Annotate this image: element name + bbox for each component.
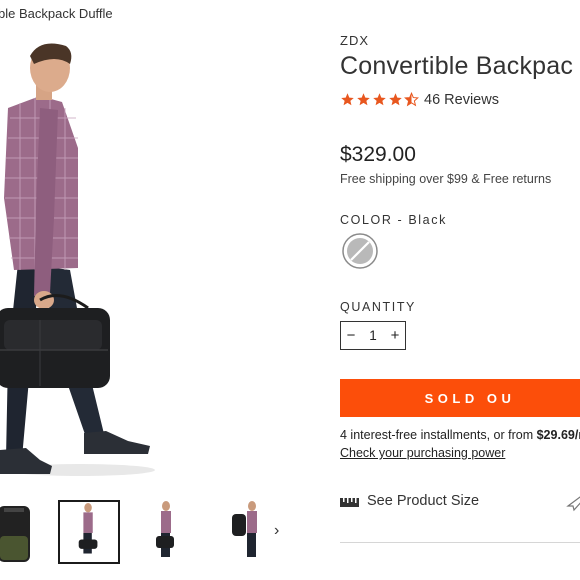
rating-stars	[340, 92, 419, 107]
thumbnail-1[interactable]	[0, 500, 58, 564]
half-star-icon	[404, 92, 419, 107]
quantity-decrease-button[interactable]: −	[341, 322, 361, 349]
color-label: COLOR - Black	[340, 213, 447, 227]
installments-amount: $29.69/m	[536, 428, 580, 442]
reviews-link[interactable]: 46 Reviews	[424, 92, 499, 108]
star-icon	[389, 93, 402, 106]
product-price: $329.00	[340, 143, 416, 166]
product-size-link[interactable]: See Product Size	[340, 493, 479, 509]
product-title: Convertible Backpac	[340, 52, 574, 80]
quantity-stepper: − 1 +	[340, 321, 406, 350]
color-swatch-black-unavailable[interactable]	[342, 233, 378, 269]
sold-out-button[interactable]: SOLD OU	[340, 379, 580, 417]
ruler-icon	[340, 497, 359, 507]
installments-info: 4 interest-free installments, or from $2…	[340, 428, 580, 442]
quantity-label: QUANTITY	[340, 300, 416, 314]
quantity-value[interactable]: 1	[369, 328, 377, 343]
section-divider	[340, 542, 580, 543]
product-brand: ZDX	[340, 33, 369, 48]
airplane-icon	[566, 496, 580, 512]
star-icon	[373, 93, 386, 106]
product-size-label: See Product Size	[367, 493, 480, 509]
thumbnail-2-selected[interactable]	[58, 500, 120, 564]
product-hero-image	[0, 43, 155, 476]
product-caption: ble Backpack Duffle	[0, 6, 113, 21]
thumbnail-3[interactable]	[134, 500, 196, 564]
star-icon	[341, 93, 354, 106]
quantity-increase-button[interactable]: +	[385, 322, 405, 349]
thumbnail-next-icon[interactable]: ›	[274, 522, 279, 540]
installments-prefix: 4 interest-free installments, or from	[340, 428, 537, 442]
thumbnail-strip: ›	[0, 500, 300, 565]
shipping-info: Free shipping over $99 & Free returns	[340, 172, 552, 186]
purchasing-power-link[interactable]: Check your purchasing power	[340, 446, 505, 460]
star-icon	[357, 93, 370, 106]
